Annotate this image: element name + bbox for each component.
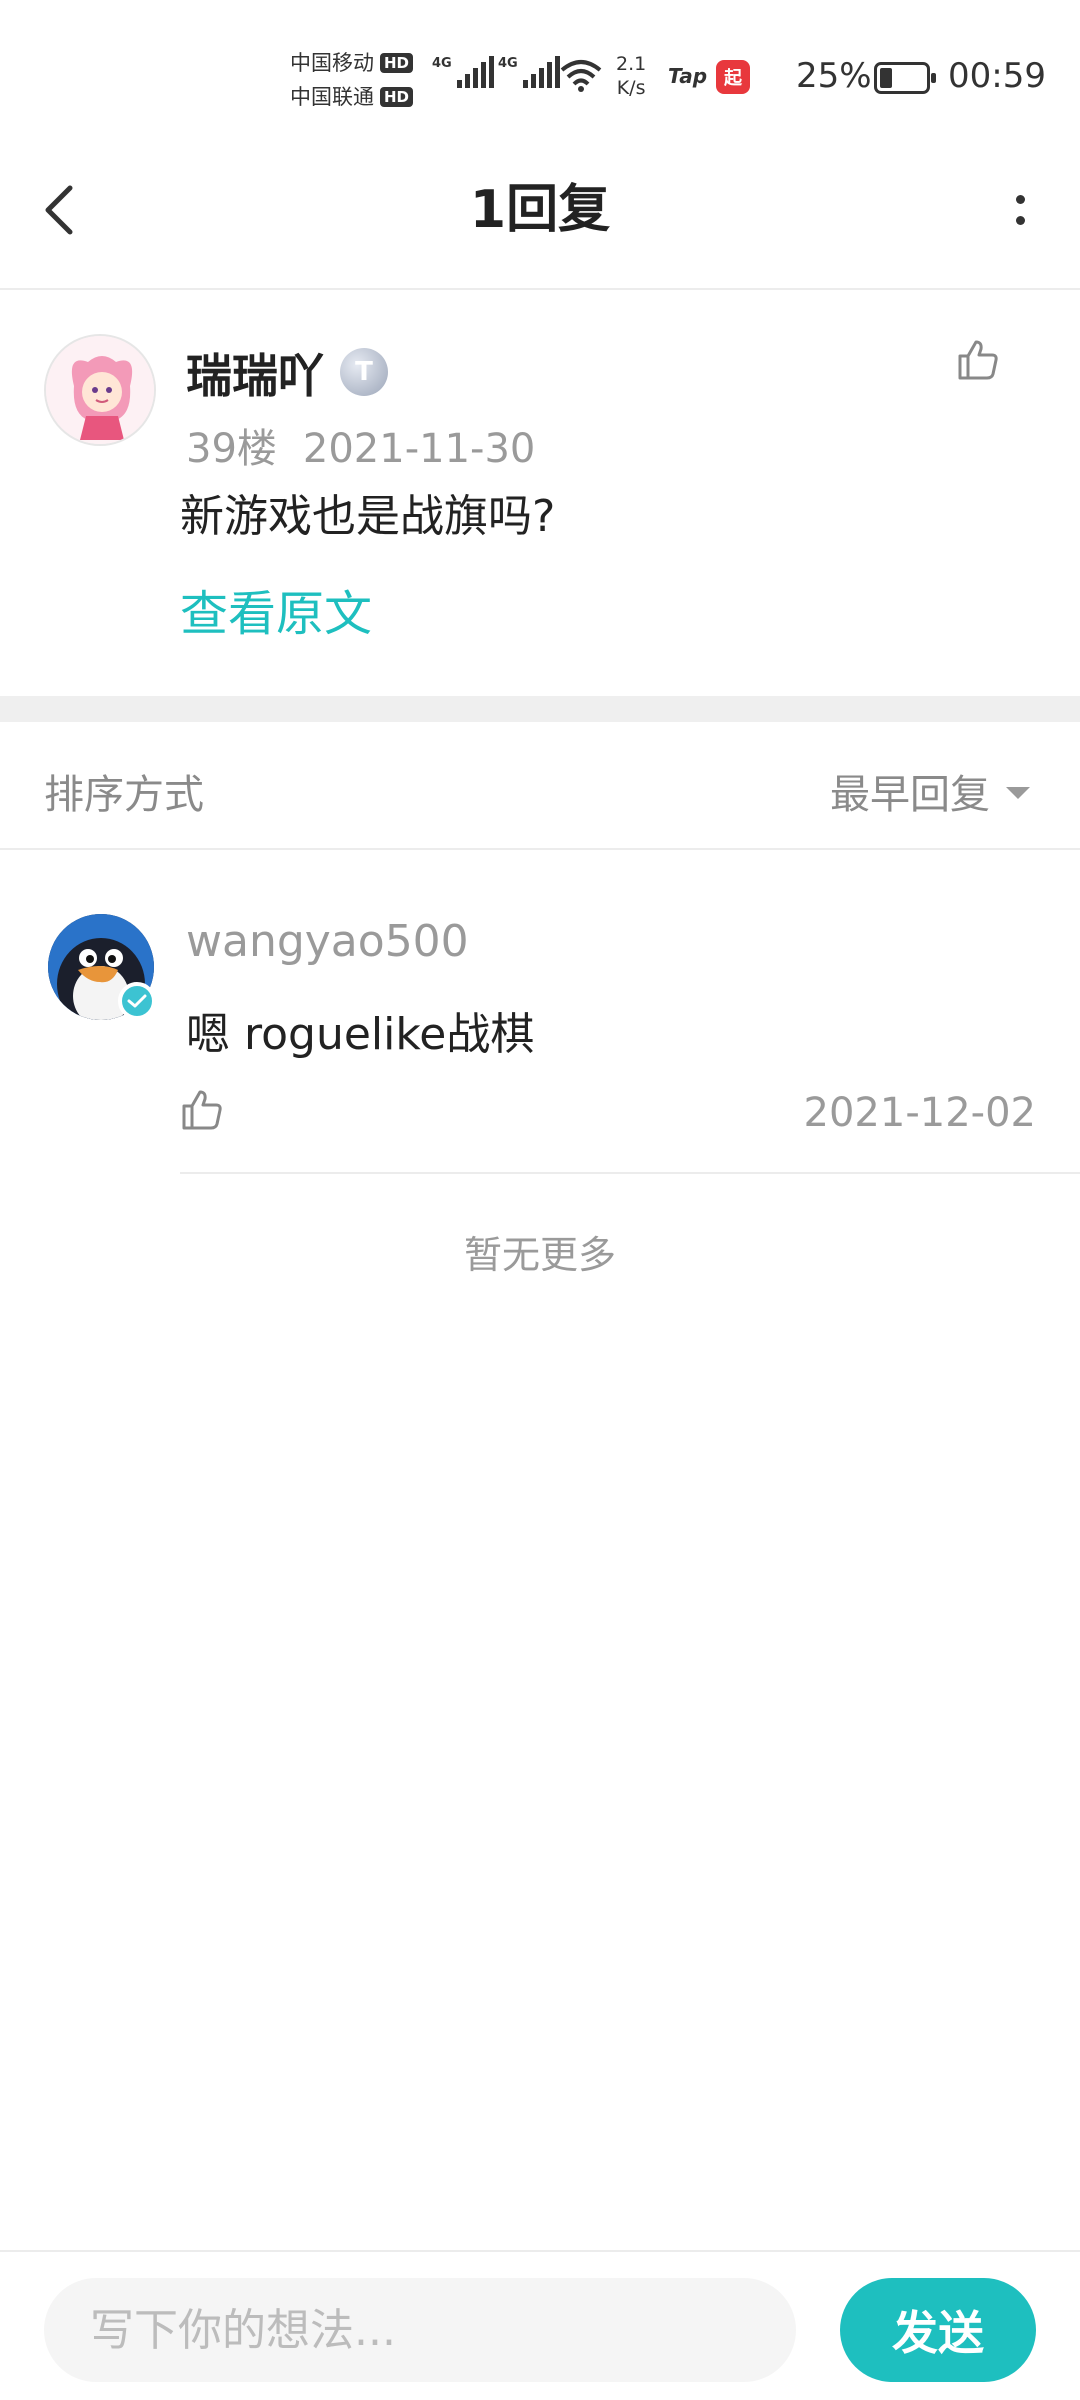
signal-icon: 4G xyxy=(432,56,494,88)
qidian-app-icon: 起 xyxy=(716,60,750,94)
tap-app-icon: Tap xyxy=(668,64,708,88)
hd-badge: HD xyxy=(380,53,414,73)
status-time: 00:59 xyxy=(948,56,1046,96)
post-date: 2021-11-30 xyxy=(302,426,536,472)
divider xyxy=(180,1172,1080,1174)
carrier-info: 中国移动 HD 中国联通 HD xyxy=(290,46,414,114)
network-type-label: 4G xyxy=(432,56,452,71)
post-meta: 39楼 2021-11-30 xyxy=(186,416,535,474)
verified-check-icon xyxy=(118,982,156,1020)
sort-dropdown[interactable]: 最早回复 xyxy=(830,762,1030,820)
original-comment: 瑞瑞吖 T 39楼 2021-11-30 新游戏也是战旗吗? 查看原文 xyxy=(0,292,1080,696)
top-app-bar: 1回复 xyxy=(0,130,1080,290)
reply-date: 2021-12-02 xyxy=(803,1090,1036,1136)
page-title: 1回复 xyxy=(469,180,611,240)
thumbs-up-icon xyxy=(958,340,998,380)
comment-composer: 发送 xyxy=(0,2250,1080,2400)
thumbs-up-icon xyxy=(182,1090,222,1130)
sort-label: 排序方式 xyxy=(44,772,204,818)
post-content: 新游戏也是战旗吗? xyxy=(180,491,556,542)
caret-down-icon xyxy=(1006,787,1030,799)
carrier-2-label: 中国联通 xyxy=(290,85,374,109)
status-bar: 中国移动 HD 中国联通 HD 4G 4G 2.1 K/s Tap 起 25% 00… xyxy=(0,0,1080,130)
reply-content: 嗯 roguelike战棋 xyxy=(186,1009,535,1060)
battery-icon xyxy=(874,62,936,94)
like-button[interactable] xyxy=(956,338,1000,386)
floor-number: 39楼 xyxy=(186,426,277,472)
reply-like-button[interactable] xyxy=(180,1088,224,1136)
send-button[interactable]: 发送 xyxy=(840,2278,1036,2382)
net-speed: 2.1 K/s xyxy=(616,52,646,100)
level-badge: T xyxy=(340,348,388,396)
signal-icon: 4G xyxy=(498,56,560,88)
view-original-link[interactable]: 查看原文 xyxy=(180,574,372,644)
list-item: wangyao500 嗯 roguelike战棋 2021-12-02 xyxy=(0,852,1080,1172)
sort-bar: 排序方式 最早回复 xyxy=(0,722,1080,850)
comment-input[interactable] xyxy=(44,2278,796,2382)
net-speed-unit: K/s xyxy=(616,77,646,99)
avatar[interactable] xyxy=(44,334,156,446)
wifi-icon xyxy=(560,58,602,96)
more-vertical-icon xyxy=(1015,195,1025,204)
end-of-list-note: 暂无更多 xyxy=(463,1233,616,1277)
sort-selected-value: 最早回复 xyxy=(830,772,990,818)
section-divider xyxy=(0,696,1080,722)
more-options-button[interactable] xyxy=(990,170,1050,250)
net-speed-value: 2.1 xyxy=(616,53,647,75)
hd-badge: HD xyxy=(380,87,414,107)
battery-percent: 25% xyxy=(796,56,872,96)
network-type-label: 4G xyxy=(498,56,518,71)
post-author-name[interactable]: 瑞瑞吖 xyxy=(186,340,324,406)
carrier-1-label: 中国移动 xyxy=(290,51,374,75)
reply-author-name[interactable]: wangyao500 xyxy=(186,916,469,967)
